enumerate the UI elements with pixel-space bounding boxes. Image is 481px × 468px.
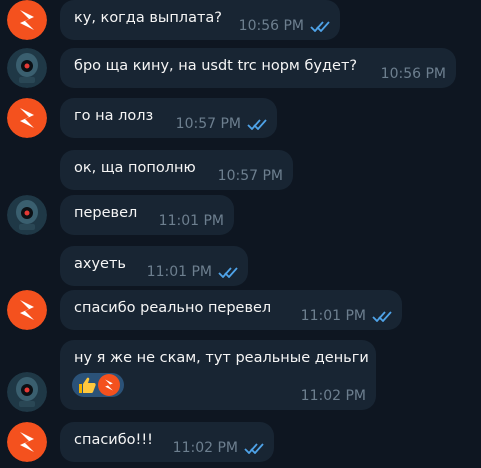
message-time: 11:02 PM (300, 388, 366, 404)
message-time: 10:57 PM (175, 116, 241, 132)
message-time: 11:01 PM (146, 264, 212, 280)
message-time: 10:56 PM (238, 18, 304, 34)
message-text: ку, когда выплата? (74, 10, 222, 26)
message-bubble[interactable]: ок, ща пополню 10:57 PM (60, 150, 293, 190)
avatar[interactable] (7, 98, 47, 138)
message-time: 11:02 PM (172, 440, 238, 456)
lightning-avatar-icon (7, 422, 47, 462)
message-text: го на лолз (74, 108, 154, 124)
message-text: спасибо!!! (74, 432, 153, 448)
read-checkmarks-icon (247, 119, 267, 130)
message-text: спасибо реально перевел (74, 300, 272, 316)
message-bubble[interactable]: перевел 11:01 PM (60, 195, 234, 235)
message-time: 10:56 PM (380, 66, 446, 82)
message-bubble[interactable]: спасибо реально перевел 11:01 PM (60, 290, 402, 330)
avatar[interactable] (7, 0, 47, 40)
lightning-avatar-icon (7, 98, 47, 138)
lightning-avatar-icon (7, 290, 47, 330)
read-checkmarks-icon (218, 267, 238, 278)
message-text: бро ща кину, на usdt trc норм будет? (74, 58, 358, 74)
lightning-avatar-icon (7, 0, 47, 40)
message-time: 10:57 PM (217, 168, 283, 184)
message-text: ок, ща пополню (74, 160, 196, 176)
message-text: перевел (74, 205, 138, 221)
message-time: 11:01 PM (158, 213, 224, 229)
lightning-avatar-icon (98, 374, 120, 396)
robot-avatar-icon (7, 372, 47, 412)
thumbs-up-icon (79, 377, 96, 393)
read-checkmarks-icon (310, 21, 330, 32)
avatar[interactable] (7, 290, 47, 330)
message-bubble[interactable]: спасибо!!! 11:02 PM (60, 422, 274, 462)
message-bubble[interactable]: ну я же не скам, тут реальные деньги 11:… (60, 340, 376, 410)
message-text: ну я же не скам, тут реальные деньги (74, 350, 369, 366)
robot-avatar-icon (7, 195, 47, 235)
message-bubble[interactable]: го на лолз 10:57 PM (60, 98, 277, 138)
message-bubble[interactable]: ахуеть 11:01 PM (60, 246, 248, 286)
read-checkmarks-icon (372, 311, 392, 322)
avatar[interactable] (7, 195, 47, 235)
avatar[interactable] (7, 422, 47, 462)
message-text: ахуеть (74, 256, 126, 272)
message-time: 11:01 PM (300, 308, 366, 324)
avatar[interactable] (7, 372, 47, 412)
message-reactions[interactable] (72, 373, 124, 397)
robot-avatar-icon (7, 48, 47, 88)
message-bubble[interactable]: ку, когда выплата? 10:56 PM (60, 0, 340, 40)
chat-history: ку, когда выплата? 10:56 PM бро ща кину,… (0, 0, 481, 468)
message-bubble[interactable]: бро ща кину, на usdt trc норм будет? 10:… (60, 48, 456, 88)
read-checkmarks-icon (244, 443, 264, 454)
avatar[interactable] (7, 48, 47, 88)
